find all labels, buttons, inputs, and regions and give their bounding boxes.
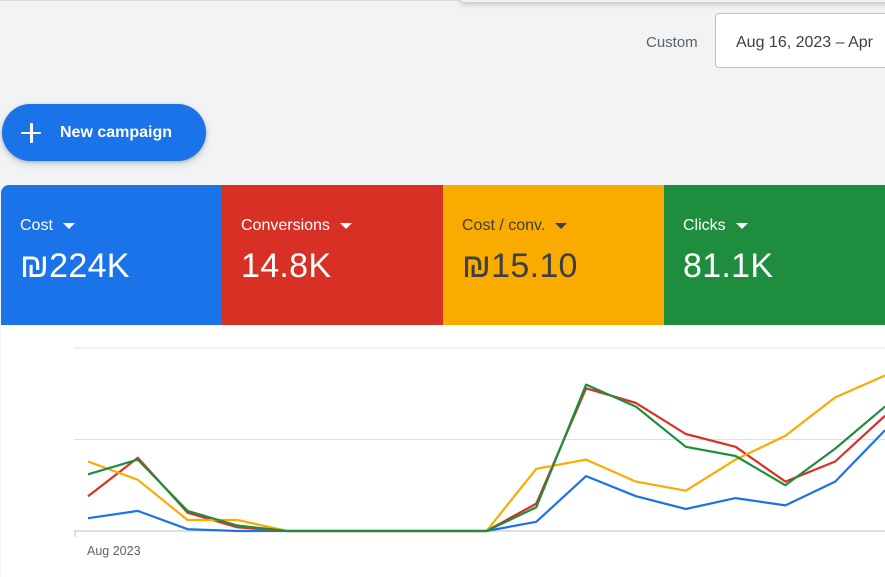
plus-icon xyxy=(20,122,42,144)
scorecard-cost-per-conversion[interactable]: Cost / conv. ₪15.10 xyxy=(443,185,664,325)
performance-chart: Aug 2023 xyxy=(74,347,885,558)
performance-panel: Cost ₪224K Conversions 14.8K Cost / conv… xyxy=(1,185,885,577)
scorecard-label: Clicks xyxy=(683,217,726,234)
caret-down-icon[interactable] xyxy=(62,223,75,229)
series-line-1 xyxy=(87,387,885,533)
scorecard-conversions[interactable]: Conversions 14.8K xyxy=(222,185,443,325)
chart-series xyxy=(87,374,885,533)
scorecard-value: ₪15.10 xyxy=(462,247,578,285)
date-range-value: Aug 16, 2023 – Apr xyxy=(736,34,873,51)
date-range-picker[interactable]: Aug 16, 2023 – Apr xyxy=(715,13,885,68)
caret-down-icon[interactable] xyxy=(555,223,568,229)
new-campaign-label: New campaign xyxy=(60,123,173,141)
scorecard-cost[interactable]: Cost ₪224K xyxy=(1,185,222,325)
scorecard-row: Cost ₪224K Conversions 14.8K Cost / conv… xyxy=(1,185,885,325)
x-tick-label: Aug 2023 xyxy=(87,544,141,558)
caret-down-icon[interactable] xyxy=(339,223,352,229)
scorecard-label: Conversions xyxy=(241,217,330,234)
chart-x-axis: Aug 2023 xyxy=(74,531,141,558)
scorecard-label: Cost xyxy=(20,217,53,234)
scorecard-value: 14.8K xyxy=(241,247,332,285)
scorecard-clicks[interactable]: Clicks 81.1K xyxy=(664,185,885,325)
scorecard-label: Cost / conv. xyxy=(462,217,546,234)
date-range-type-label: Custom xyxy=(646,34,698,51)
new-campaign-button[interactable]: New campaign xyxy=(2,104,206,161)
chart-grid xyxy=(74,347,885,532)
series-line-2 xyxy=(87,374,885,533)
scorecard-value: ₪224K xyxy=(20,247,130,285)
scorecard-value: 81.1K xyxy=(683,247,774,285)
series-line-3 xyxy=(87,383,885,533)
search-bar-edge xyxy=(460,0,885,2)
caret-down-icon[interactable] xyxy=(735,223,748,229)
